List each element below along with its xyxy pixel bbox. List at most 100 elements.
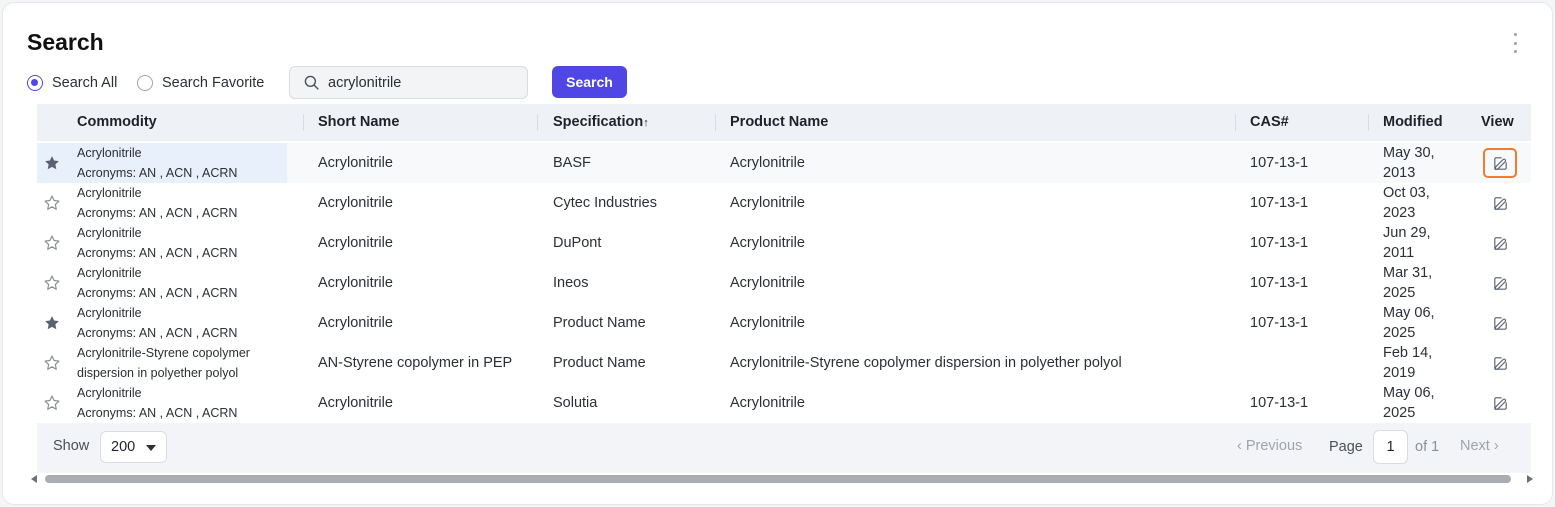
next-button[interactable]: Next › xyxy=(1460,438,1499,454)
commodity-name: Acrylonitrile xyxy=(77,186,142,200)
commodity-acronyms: Acronyms: AN , ACN , ACRN xyxy=(77,326,238,340)
edit-icon[interactable] xyxy=(1483,268,1517,298)
scroll-left-icon[interactable] xyxy=(31,475,37,483)
modified-date: Oct 03, xyxy=(1383,185,1430,201)
page-size-select[interactable]: 200 xyxy=(100,431,167,463)
modified-cell: Jun 29, 2011 xyxy=(1383,223,1431,263)
radio-search-favorite[interactable]: Search Favorite xyxy=(137,73,264,93)
search-icon xyxy=(304,75,319,90)
commodity-name: Acrylonitrile xyxy=(77,306,142,320)
edit-icon[interactable] xyxy=(1483,388,1517,418)
star-filled-icon[interactable] xyxy=(43,314,61,332)
column-divider[interactable] xyxy=(715,114,716,131)
scrollbar-thumb[interactable] xyxy=(45,475,1511,483)
star-outline-icon[interactable] xyxy=(43,394,61,412)
commodity-cell: Acrylonitrile Acronyms: AN , ACN , ACRN xyxy=(77,223,302,263)
column-cas[interactable]: CAS# xyxy=(1250,104,1289,141)
column-commodity[interactable]: Commodity xyxy=(77,104,157,141)
column-short-name[interactable]: Short Name xyxy=(318,104,399,141)
commodity-cell: Acrylonitrile Acronyms: AN , ACN , ACRN xyxy=(77,183,302,223)
commodity-name: Acrylonitrile xyxy=(77,386,142,400)
sort-ascending-icon: ↑ xyxy=(643,117,649,129)
short-name-cell: Acrylonitrile xyxy=(318,195,393,211)
star-outline-icon[interactable] xyxy=(43,354,61,372)
star-outline-icon[interactable] xyxy=(43,234,61,252)
column-divider[interactable] xyxy=(537,114,538,131)
table-row: Acrylonitrile Acronyms: AN , ACN , ACRN Ac… xyxy=(37,263,1531,303)
column-divider[interactable] xyxy=(1368,114,1369,131)
modified-cell: May 06, 2025 xyxy=(1383,303,1435,343)
column-specification[interactable]: Specification↑ xyxy=(553,104,649,141)
caret-down-icon xyxy=(146,445,156,451)
scroll-right-icon[interactable] xyxy=(1527,475,1533,483)
radio-unchecked-icon xyxy=(137,75,153,91)
radio-search-all-label: Search All xyxy=(52,75,118,91)
radio-search-all[interactable]: Search All xyxy=(27,73,117,93)
page-input[interactable] xyxy=(1373,430,1408,464)
commodity-name: Acrylonitrile-Styrene copolymer xyxy=(77,346,250,360)
cas-cell: 107-13-1 xyxy=(1250,235,1309,251)
cas-cell: 107-13-1 xyxy=(1250,275,1309,291)
table-row: Acrylonitrile Acronyms: AN , ACN , ACRN Ac… xyxy=(37,383,1531,423)
table-footer: Show 200 ‹ Previous Page of 1 Next › xyxy=(37,423,1531,473)
commodity-acronyms: Acronyms: AN , ACN , ACRN xyxy=(77,166,238,180)
modified-date: May 06, xyxy=(1383,305,1435,321)
short-name-cell: Acrylonitrile xyxy=(318,395,393,411)
edit-icon[interactable] xyxy=(1483,188,1517,218)
column-product-name[interactable]: Product Name xyxy=(730,104,828,141)
search-input[interactable] xyxy=(328,74,518,91)
product-name-cell: Acrylonitrile-Styrene copolymer dispersi… xyxy=(730,355,1122,371)
short-name-cell: Acrylonitrile xyxy=(318,235,393,251)
commodity-cell: Acrylonitrile Acronyms: AN , ACN , ACRN xyxy=(77,143,302,183)
specification-cell: Cytec Industries xyxy=(553,195,657,211)
product-name-cell: Acrylonitrile xyxy=(730,235,805,251)
modified-cell: Feb 14, 2019 xyxy=(1383,343,1432,383)
modified-year: 2025 xyxy=(1383,325,1416,341)
column-view: View xyxy=(1481,114,1514,130)
kebab-menu-icon[interactable] xyxy=(1509,33,1521,53)
short-name-cell: AN-Styrene copolymer in PEP xyxy=(318,355,513,371)
radio-checked-icon xyxy=(27,75,43,91)
commodity-name: Acrylonitrile xyxy=(77,226,142,240)
column-modified[interactable]: Modified xyxy=(1383,104,1443,141)
specification-cell: Product Name xyxy=(553,355,646,371)
cas-cell: 107-13-1 xyxy=(1250,395,1309,411)
commodity-name: Acrylonitrile xyxy=(77,266,142,280)
modified-year: 2019 xyxy=(1383,365,1416,381)
search-field[interactable] xyxy=(289,66,528,99)
edit-icon[interactable] xyxy=(1483,308,1517,338)
table-header: Commodity Short Name Specification↑ Prod… xyxy=(37,104,1531,141)
product-name-cell: Acrylonitrile xyxy=(730,195,805,211)
modified-year: 2025 xyxy=(1383,405,1416,421)
specification-cell: DuPont xyxy=(553,235,602,251)
horizontal-scrollbar[interactable] xyxy=(31,471,1533,487)
short-name-cell: Acrylonitrile xyxy=(318,155,393,171)
edit-icon[interactable] xyxy=(1483,148,1517,178)
modified-year: 2011 xyxy=(1383,245,1415,261)
star-filled-icon[interactable] xyxy=(43,154,61,172)
edit-icon[interactable] xyxy=(1483,228,1517,258)
cas-cell: 107-13-1 xyxy=(1250,315,1309,331)
table-row: Acrylonitrile Acronyms: AN , ACN , ACRN Ac… xyxy=(37,143,1531,183)
previous-button[interactable]: ‹ Previous xyxy=(1237,438,1302,454)
specification-cell: Ineos xyxy=(553,275,589,291)
modified-cell: Mar 31, 2025 xyxy=(1383,263,1432,303)
column-divider[interactable] xyxy=(303,114,304,131)
page-total: of 1 xyxy=(1415,439,1440,455)
table-row: Acrylonitrile Acronyms: AN , ACN , ACRN Ac… xyxy=(37,223,1531,263)
star-outline-icon[interactable] xyxy=(43,194,61,212)
radio-search-favorite-label: Search Favorite xyxy=(162,75,265,91)
modified-year: 2025 xyxy=(1383,285,1416,301)
commodity-cell: Acrylonitrile Acronyms: AN , ACN , ACRN xyxy=(77,383,302,423)
product-name-cell: Acrylonitrile xyxy=(730,275,805,291)
column-specification-label: Specification xyxy=(553,114,644,130)
commodity-cell: Acrylonitrile Acronyms: AN , ACN , ACRN xyxy=(77,263,302,303)
commodity-acronyms: Acronyms: AN , ACN , ACRN xyxy=(77,406,238,420)
search-button[interactable]: Search xyxy=(552,66,627,98)
modified-cell: May 06, 2025 xyxy=(1383,383,1435,423)
column-divider[interactable] xyxy=(1235,114,1236,131)
edit-icon[interactable] xyxy=(1483,348,1517,378)
star-outline-icon[interactable] xyxy=(43,274,61,292)
product-name-cell: Acrylonitrile xyxy=(730,395,805,411)
show-label: Show xyxy=(53,438,90,454)
